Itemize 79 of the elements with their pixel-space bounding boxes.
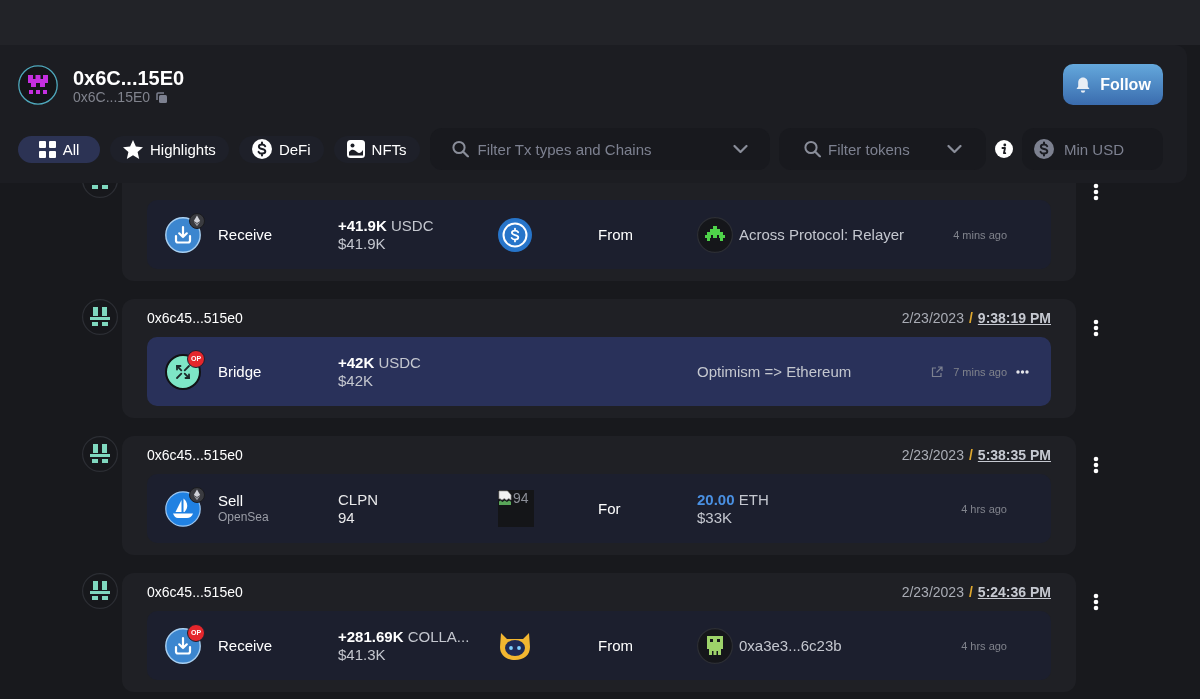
diamond-badge-icon bbox=[189, 212, 205, 229]
counterparty-name[interactable]: 0xa3e3...6c23b bbox=[739, 637, 842, 654]
image-alt-text: 94 bbox=[513, 490, 529, 506]
direction-label: For bbox=[598, 499, 621, 517]
token-amount: +41.9K USDC bbox=[338, 216, 435, 235]
token-amount: +42K USDC bbox=[338, 353, 422, 372]
bridge-route: Optimism => Ethereum bbox=[697, 362, 852, 380]
action-label: Receive bbox=[218, 636, 274, 655]
search-icon bbox=[804, 140, 821, 158]
date-separator: / bbox=[968, 310, 973, 326]
broken-image-icon bbox=[498, 490, 512, 506]
search-icon bbox=[451, 140, 469, 158]
pixel-avatar-icon bbox=[82, 573, 118, 609]
time-link[interactable]: 5:24:36 PM bbox=[977, 584, 1051, 600]
date-text: 2/23/2023 bbox=[901, 584, 964, 600]
date-separator: / bbox=[968, 584, 973, 600]
pixel-avatar-icon bbox=[82, 299, 118, 335]
wallet-address: 0x6c45...515e0 bbox=[147, 584, 243, 600]
profile-name: 0x6C...15E0 bbox=[73, 67, 185, 89]
counterparty-name[interactable]: Across Protocol: Relayer bbox=[739, 226, 905, 243]
more-icon[interactable] bbox=[1093, 593, 1099, 611]
profile-address: 0x6C...15E0 bbox=[73, 89, 151, 105]
min-usd-field[interactable]: Min USD bbox=[1022, 128, 1163, 170]
image-icon bbox=[346, 140, 365, 158]
time-ago: 4 hrs ago bbox=[961, 502, 1007, 515]
diamond-badge-icon bbox=[189, 486, 205, 503]
follow-button[interactable]: Follow bbox=[1063, 64, 1163, 105]
direction-label: From bbox=[598, 225, 633, 243]
usd-value: $41.3K bbox=[338, 645, 387, 664]
chevron-down-icon[interactable] bbox=[947, 144, 962, 154]
direction-label: From bbox=[598, 636, 633, 654]
date-text: 2/23/2023 bbox=[901, 310, 964, 326]
filter-tab[interactable]: Highlights bbox=[110, 135, 229, 163]
filter-tab[interactable]: DeFi bbox=[238, 135, 324, 163]
usd-value: $41.9K bbox=[338, 234, 387, 253]
date-separator: / bbox=[968, 447, 973, 463]
chevron-down-icon[interactable] bbox=[733, 144, 748, 154]
grid-icon bbox=[38, 140, 56, 158]
transaction-row[interactable]: Receive +41.9K USDC $41.9K From Across Protocol: Relayer 4 mins ago bbox=[147, 200, 1051, 269]
time-ago: 7 mins ago bbox=[953, 365, 1007, 378]
filter-tab[interactable]: NFTs bbox=[333, 135, 420, 163]
dollar-icon bbox=[1034, 139, 1054, 159]
wallet-address: 0x6c45...515e0 bbox=[147, 447, 243, 463]
token-amount: +281.69K COLLA... bbox=[338, 627, 471, 646]
collection-name: CLPN bbox=[338, 490, 379, 509]
external-link-icon[interactable] bbox=[931, 365, 944, 378]
more-icon[interactable] bbox=[1093, 183, 1099, 201]
action-label: Sell bbox=[218, 492, 244, 510]
dollar-coin-icon bbox=[498, 217, 532, 252]
transaction-row[interactable]: Sell OpenSea CLPN 94 94 For 20.00 ETH $33K 4 hrs ago bbox=[147, 474, 1051, 543]
time-link[interactable]: 9:38:19 PM bbox=[977, 310, 1051, 326]
star-icon bbox=[123, 139, 143, 159]
date-text: 2/23/2023 bbox=[901, 447, 964, 463]
more-icon[interactable] bbox=[1016, 369, 1029, 374]
token-filter[interactable]: Filter tokens bbox=[779, 128, 986, 170]
pixel-avatar-icon bbox=[82, 436, 118, 472]
action-label: Bridge bbox=[218, 362, 263, 381]
price-amount: 20.00 ETH bbox=[697, 490, 770, 509]
wallet-address: 0x6c45...515e0 bbox=[147, 310, 243, 326]
copy-icon[interactable] bbox=[156, 91, 168, 103]
bell-icon bbox=[1075, 75, 1092, 94]
robot-head-icon bbox=[498, 630, 532, 661]
filter-tab[interactable]: All bbox=[18, 135, 100, 163]
time-ago: 4 mins ago bbox=[953, 228, 1007, 241]
more-icon[interactable] bbox=[1093, 456, 1099, 474]
platform-name: OpenSea bbox=[218, 510, 270, 525]
usd-value: $42K bbox=[338, 371, 375, 390]
usd-value: $33K bbox=[697, 508, 734, 527]
info-icon[interactable] bbox=[995, 140, 1013, 158]
dollar-icon bbox=[251, 139, 272, 159]
pixel-avatar-icon bbox=[697, 216, 733, 253]
time-ago: 4 hrs ago bbox=[961, 639, 1007, 652]
tx-type-filter[interactable]: Filter Tx types and Chains bbox=[429, 128, 770, 170]
action-label: Receive bbox=[218, 225, 274, 244]
time-link[interactable]: 5:38:35 PM bbox=[977, 447, 1051, 463]
more-icon[interactable] bbox=[1093, 319, 1099, 337]
pixel-avatar-icon bbox=[18, 65, 58, 105]
token-id: 94 bbox=[338, 508, 356, 527]
pixel-avatar-icon bbox=[697, 627, 733, 664]
